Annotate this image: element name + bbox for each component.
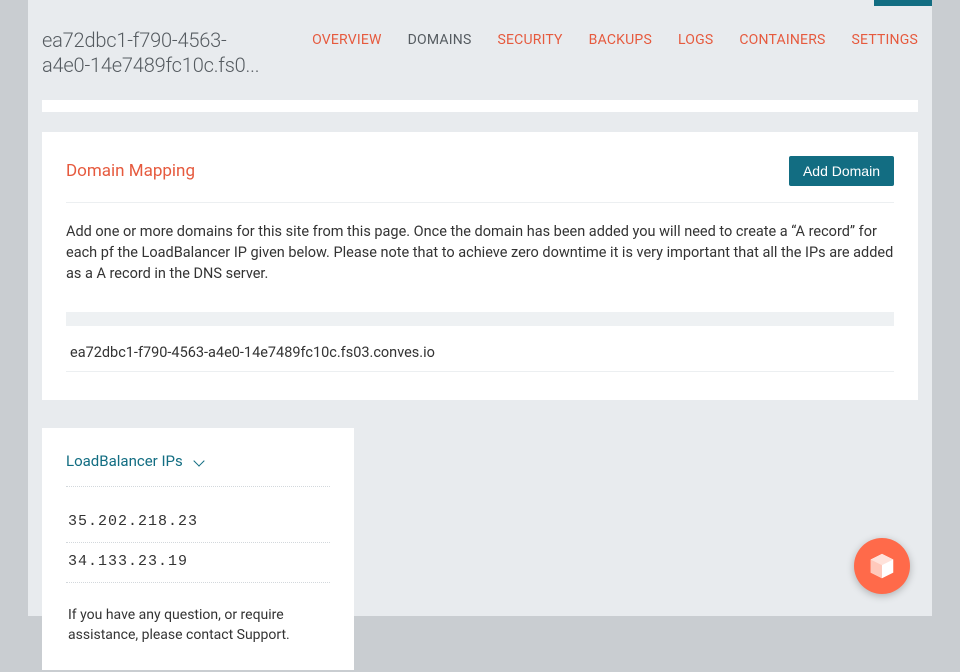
card-header: Domain Mapping Add Domain (66, 156, 894, 203)
domain-mapping-card: Domain Mapping Add Domain Add one or mor… (42, 132, 918, 400)
support-text: If you have any question, or require ass… (66, 583, 330, 660)
ip-row: 35.202.218.23 (66, 503, 330, 543)
domain-row: ea72dbc1-f790-4563-a4e0-14e7489fc10c.fs0… (66, 336, 894, 372)
help-fab[interactable] (854, 538, 910, 594)
loadbalancer-toggle[interactable]: LoadBalancer IPs (66, 452, 330, 487)
tab-overview[interactable]: OVERVIEW (312, 32, 382, 48)
tab-domains[interactable]: DOMAINS (408, 32, 472, 48)
card-title: Domain Mapping (66, 161, 195, 181)
tab-logs[interactable]: LOGS (678, 32, 713, 48)
tab-containers[interactable]: CONTAINERS (739, 32, 825, 48)
tab-security[interactable]: SECURITY (497, 32, 562, 48)
site-title: ea72dbc1-f790-4563-a4e0-14e7489fc10c.fs0… (42, 28, 262, 78)
divider-bar (42, 100, 918, 112)
tab-backups[interactable]: BACKUPS (589, 32, 652, 48)
chevron-down-icon (193, 454, 207, 468)
nav-tabs: OVERVIEW DOMAINS SECURITY BACKUPS LOGS CONTAI… (282, 28, 918, 48)
page-header: ea72dbc1-f790-4563-a4e0-14e7489fc10c.fs0… (28, 0, 932, 100)
box-icon (867, 551, 897, 581)
help-text: Add one or more domains for this site fr… (66, 221, 894, 284)
ip-row: 34.133.23.19 (66, 543, 330, 583)
top-right-accent (874, 0, 932, 6)
tab-settings[interactable]: SETTINGS (852, 32, 918, 48)
add-domain-button[interactable]: Add Domain (789, 156, 894, 186)
loadbalancer-card: LoadBalancer IPs 35.202.218.2334.133.23.… (42, 428, 354, 670)
loadbalancer-title: LoadBalancer IPs (66, 452, 183, 470)
table-header-band (66, 312, 894, 326)
